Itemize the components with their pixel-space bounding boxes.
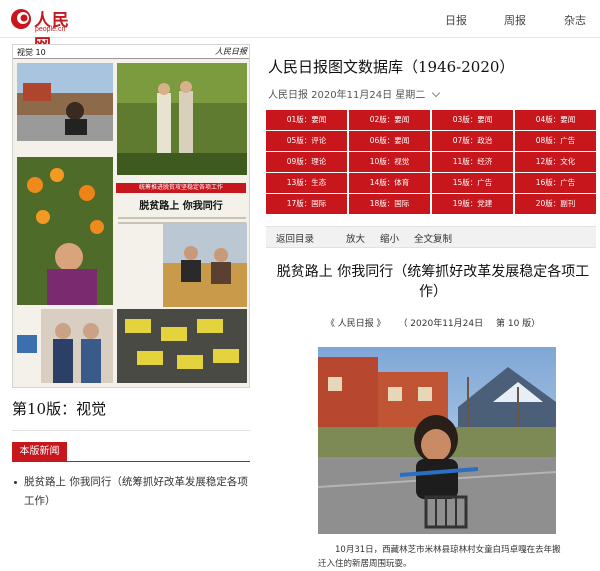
edition-link[interactable]: 20版：副刊 xyxy=(515,194,596,214)
thumb-photo-two-people xyxy=(41,309,113,383)
newspaper-page-thumbnail[interactable]: 视觉 10 人民日报 统筹推进脱贫攻坚稳定各项工作 脱贫路上 你我同行 xyxy=(12,44,250,388)
bullet-icon xyxy=(14,481,17,484)
edition-link[interactable]: 01版：要闻 xyxy=(266,110,347,130)
edition-link[interactable]: 11版：经济 xyxy=(432,152,513,172)
top-bar: 人民网 people.cn 日报 周报 杂志 xyxy=(0,0,600,56)
edition-link[interactable]: 02版：要闻 xyxy=(349,110,430,130)
date-selector[interactable]: 人民日报 2020年11月24日 星期二 xyxy=(268,86,441,101)
copy-fulltext-link[interactable]: 全文复制 xyxy=(414,231,452,245)
edition-link[interactable]: 09版：理论 xyxy=(266,152,347,172)
date-text: 人民日报 2020年11月24日 星期二 xyxy=(268,90,426,101)
nav-daily[interactable]: 日报 xyxy=(445,12,467,28)
nav-weekly[interactable]: 周报 xyxy=(504,12,526,28)
edition-link[interactable]: 10版：视觉 xyxy=(349,152,430,172)
edition-link[interactable]: 16版：广告 xyxy=(515,173,596,193)
paper-page-header: 视觉 10 人民日报 xyxy=(13,45,249,59)
page-news-tab[interactable]: 本版新闻 xyxy=(12,442,67,461)
news-list-item[interactable]: 脱贫路上 你我同行（统筹抓好改革发展稳定各项工作） xyxy=(14,473,250,511)
edition-link[interactable]: 17版：国际 xyxy=(266,194,347,214)
edition-link[interactable]: 19版：党建 xyxy=(432,194,513,214)
article-toolbar: 返回目录 放大 缩小 全文复制 xyxy=(266,226,596,248)
thumb-photo-orange-harvest xyxy=(17,157,113,305)
edition-link[interactable]: 04版：要闻 xyxy=(515,110,596,130)
paper-page-label: 视觉 10 xyxy=(17,48,46,57)
article-date: （ 2020年11月24日 xyxy=(398,319,484,329)
edition-link[interactable]: 12版：文化 xyxy=(515,152,596,172)
edition-link[interactable]: 15版：广告 xyxy=(432,173,513,193)
section-name: 第10版：视觉 xyxy=(12,400,107,418)
article-meta: 《 人民日报 》 （ 2020年11月24日 第 10 版） xyxy=(270,316,596,329)
edition-link[interactable]: 18版：国际 xyxy=(349,194,430,214)
paper-subtitle: 统筹推进脱贫攻坚稳定各项工作 xyxy=(116,183,246,193)
logo-domain: people.cn xyxy=(35,26,66,33)
paper-title: 脱贫路上 你我同行 xyxy=(139,201,223,212)
left-divider xyxy=(12,430,250,431)
edition-link[interactable]: 07版：政治 xyxy=(432,131,513,151)
logo-mark-icon xyxy=(11,9,31,29)
edition-link[interactable]: 03版：要闻 xyxy=(432,110,513,130)
article-photo[interactable] xyxy=(318,347,556,534)
edition-link[interactable]: 06版：要闻 xyxy=(349,131,430,151)
zoom-in-link[interactable]: 放大 xyxy=(346,231,365,245)
nav-magazine[interactable]: 杂志 xyxy=(564,12,586,28)
back-to-index-link[interactable]: 返回目录 xyxy=(276,231,314,245)
news-item-title[interactable]: 脱贫路上 你我同行（统筹抓好改革发展稳定各项工作） xyxy=(14,473,250,511)
thumb-photo-factory xyxy=(117,309,247,383)
photo-caption: 10月31日，西藏林芝市米林县琼林村女童白玛卓嘎在去年搬迁入住的新居周围玩耍。 xyxy=(318,545,561,569)
edition-grid: 01版：要闻 02版：要闻 03版：要闻 04版：要闻 05版：评论 06版：要… xyxy=(266,110,596,214)
site-logo[interactable]: 人民网 people.cn xyxy=(10,6,82,56)
thumb-blue-block xyxy=(17,335,37,353)
article-page: 第 10 版） xyxy=(495,319,541,329)
article-title: 脱贫路上 你我同行（统筹抓好改革发展稳定各项工作） xyxy=(276,264,590,300)
zoom-out-link[interactable]: 缩小 xyxy=(380,231,399,245)
edition-link[interactable]: 14版：体育 xyxy=(349,173,430,193)
edition-link[interactable]: 08版：广告 xyxy=(515,131,596,151)
database-title: 人民日报图文数据库（1946-2020） xyxy=(268,58,515,76)
article-source: 《 人民日报 》 xyxy=(325,319,386,329)
edition-link[interactable]: 13版：生态 xyxy=(266,173,347,193)
paper-masthead: 人民日报 xyxy=(215,47,247,56)
chevron-down-icon[interactable] xyxy=(432,88,441,98)
news-tab-underline xyxy=(12,461,250,462)
thumb-photo-elderly-couple xyxy=(117,63,247,175)
article-photo-image xyxy=(318,347,556,534)
thumb-photo-child-bike xyxy=(17,63,113,141)
thumb-photo-couple-grain xyxy=(163,223,247,307)
edition-link[interactable]: 05版：评论 xyxy=(266,131,347,151)
